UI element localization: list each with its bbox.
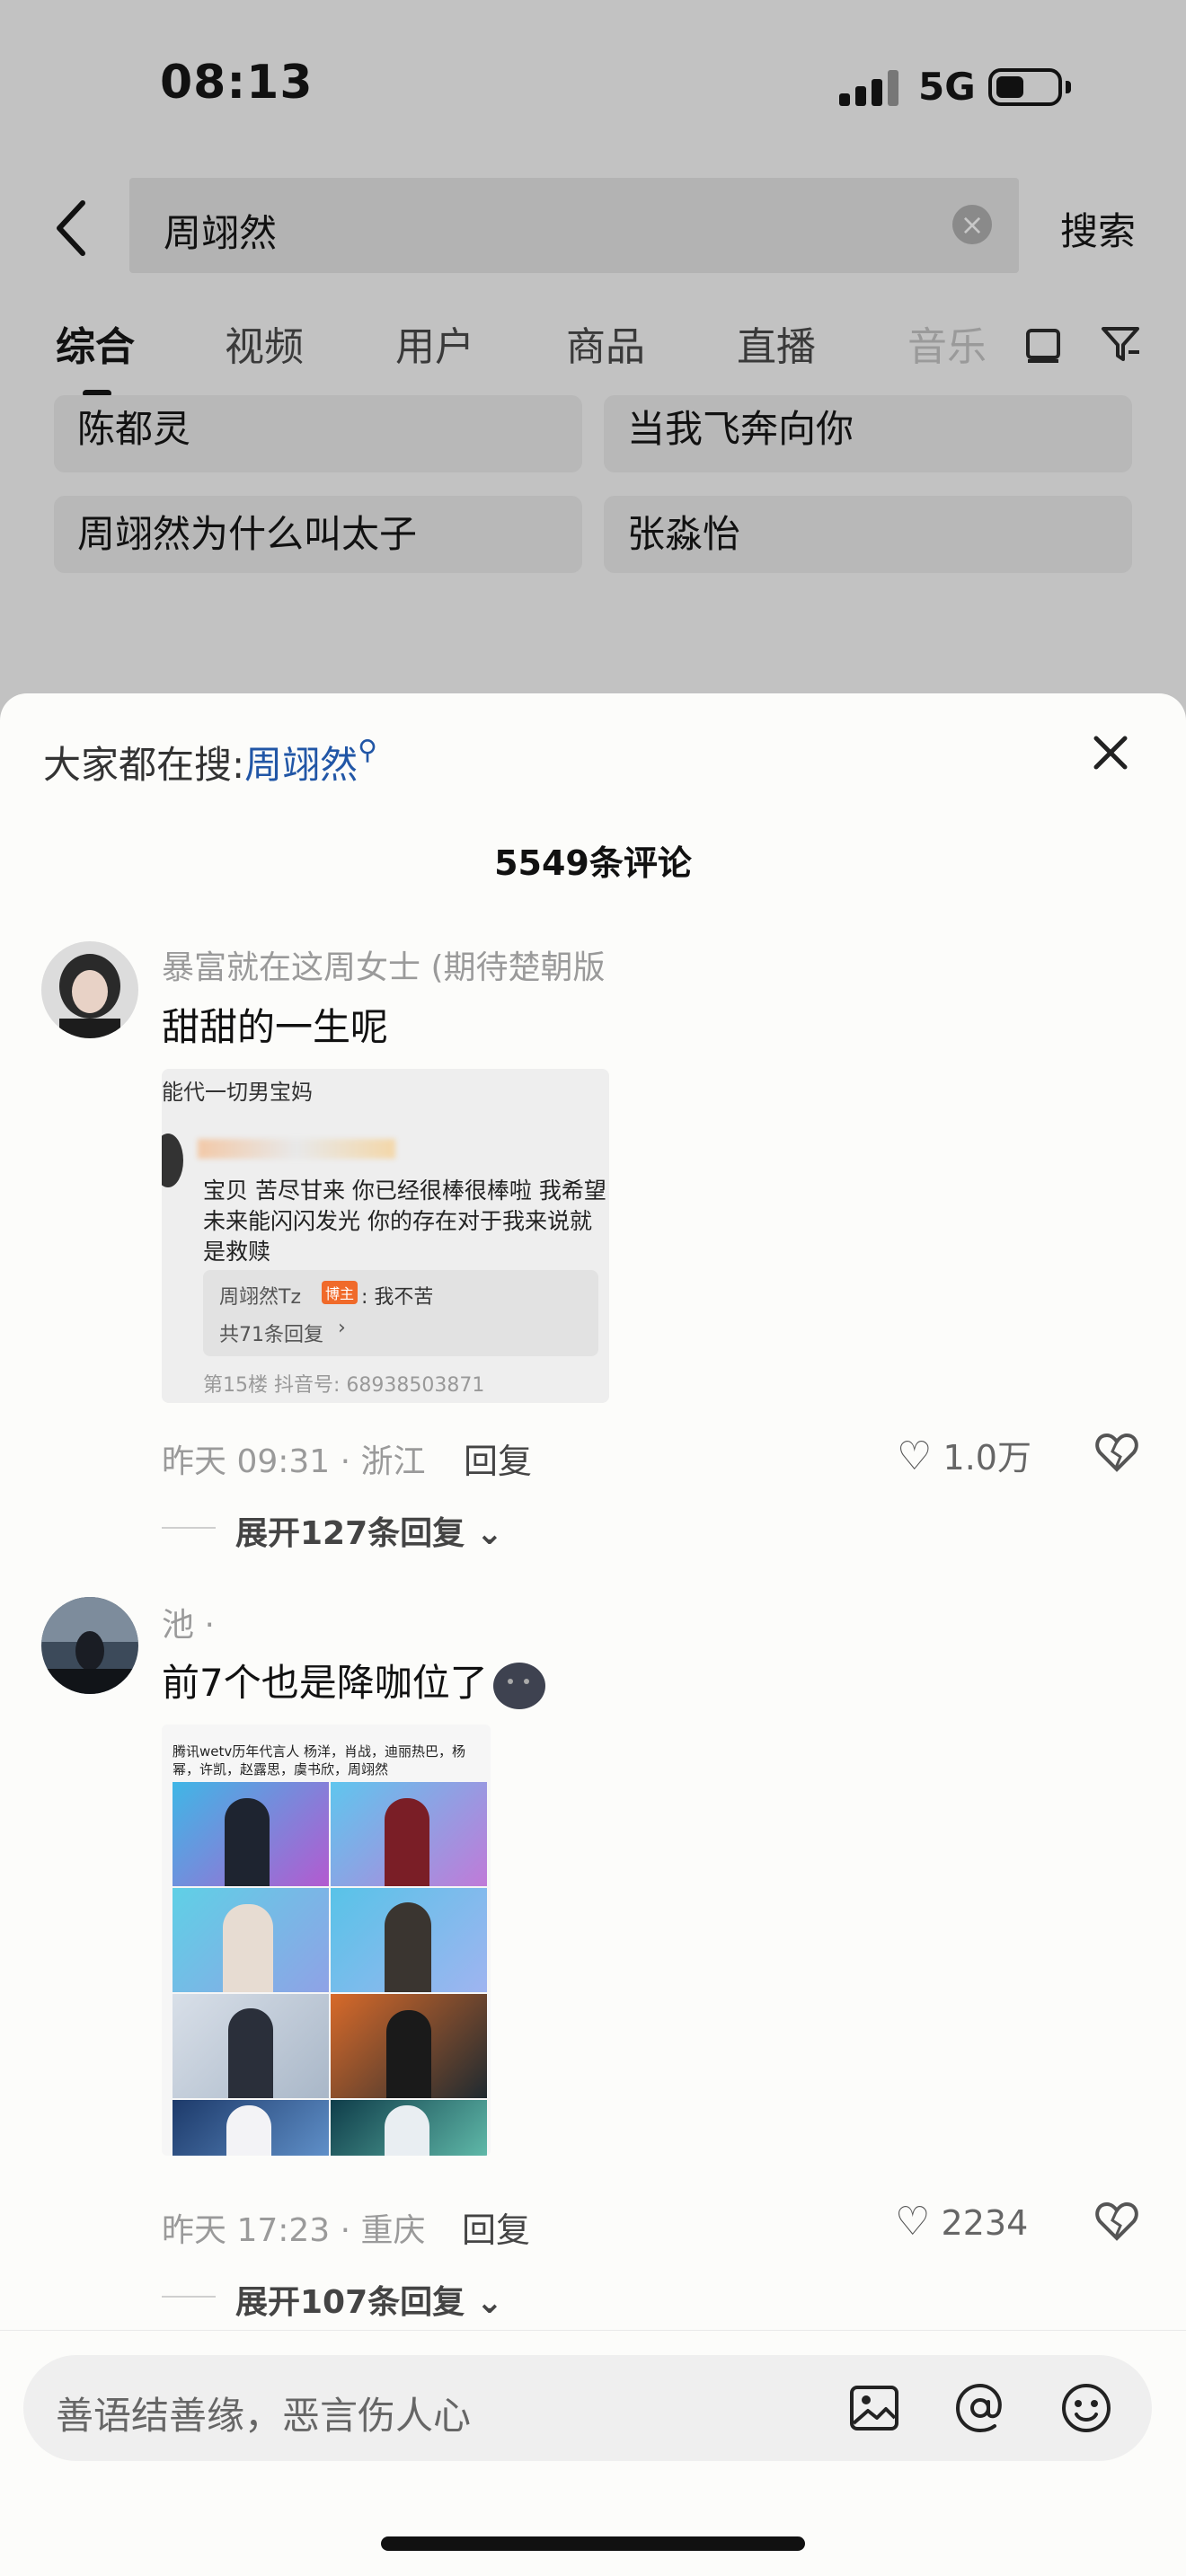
divider (162, 2296, 216, 2298)
reply-button[interactable]: 回复 (464, 1434, 532, 1483)
image-caption: 腾讯wetv历年代言人 杨洋，肖战，迪丽热巴，杨幂，许凯，赵露思，虞书欣，周翊然 (173, 1743, 466, 1778)
image-text: 是救赎 (203, 1239, 271, 1265)
heart-icon: ♡ (897, 1434, 933, 1479)
divider (162, 1527, 216, 1529)
like-button[interactable]: ♡ 1.0万 (897, 1430, 1031, 1479)
grid-photo (331, 1994, 487, 2098)
chevron-down-icon: ⌄ (475, 1515, 503, 1552)
image-footer: 第15楼 抖音号: 68938503871 (203, 1374, 485, 1397)
battery-icon (988, 68, 1071, 106)
comment-text: 甜甜的一生呢 (162, 1005, 389, 1049)
author-badge: 博主 (322, 1281, 358, 1304)
image-text: 宝贝 苦尽甘来 你已经很棒很棒啦 我希望 (203, 1178, 606, 1204)
comment-text: 前7个也是降咖位了 (162, 1653, 545, 1709)
comment-text-body: 前7个也是降咖位了 (162, 1661, 488, 1705)
suggestion-chip[interactable]: 当我飞奔向你 (604, 395, 1132, 472)
comment-time-location: 昨天 09:31 · 浙江 (162, 1443, 426, 1480)
dislike-heart-icon[interactable] (1093, 1428, 1141, 1480)
expand-replies-label: 展开127条回复 (235, 1515, 465, 1552)
grid-photo (173, 1994, 329, 2098)
grid-photo (173, 2100, 329, 2156)
image-text: 未来能闪闪发光 你的存在对于我来说就 (203, 1208, 592, 1234)
expand-replies-button[interactable]: 展开127条回复 ⌄ (235, 1507, 503, 1554)
quoted-reply: 周翊然Tz 博主 : 我不苦 共71条回复 › (203, 1270, 598, 1356)
emoji-icon[interactable] (1057, 2378, 1116, 2438)
expand-replies-button[interactable]: 展开107条回复 ⌄ (235, 2276, 503, 2323)
emoji-sticker-icon (492, 1662, 545, 1709)
heart-icon: ♡ (895, 2199, 931, 2245)
signal-icon (839, 70, 902, 106)
tab-video[interactable]: 视频 (225, 314, 304, 372)
avatar[interactable] (41, 941, 138, 1038)
network-type: 5G (918, 65, 976, 109)
comment-username[interactable]: 池 · (162, 1599, 215, 1645)
tab-products[interactable]: 商品 (566, 314, 645, 372)
search-query: 周翊然 (164, 211, 278, 255)
home-indicator (381, 2536, 805, 2551)
grid-photo (331, 1782, 487, 1886)
filter-icon[interactable] (1098, 322, 1143, 366)
grid-photo (173, 1782, 329, 1886)
quote-reply-count: 共71条回复 (219, 1324, 323, 1346)
image-text: 能代一切男宝妈 (162, 1080, 313, 1105)
grid-photo (331, 1888, 487, 1992)
dislike-heart-icon[interactable] (1093, 2197, 1141, 2249)
tab-comprehensive[interactable]: 综合 (56, 314, 135, 372)
image-picker-icon[interactable] (845, 2378, 904, 2438)
tab-users[interactable]: 用户 (395, 314, 474, 372)
status-bar: 08:13 5G (0, 0, 1186, 171)
search-tabs: 综合 视频 用户 商品 直播 音乐 (0, 314, 1186, 404)
comment-sheet: 大家都在搜:周翊然⚲ 5549条评论 暴富就在这周女士 (期待楚朝版 甜甜的一生… (0, 693, 1186, 2576)
tab-live[interactable]: 直播 (737, 314, 816, 372)
search-results-background: 08:13 5G 周翊然 × 搜索 综合 视频 用户 商品 直播 音乐 陈都灵 … (0, 0, 1186, 719)
grid-photo (331, 2100, 487, 2156)
back-arrow-icon[interactable] (47, 192, 101, 264)
hot-search-keyword[interactable]: 周翊然 (244, 743, 358, 787)
blurred-name (198, 1139, 395, 1159)
comment-count: 5549条评论 (494, 843, 692, 883)
grid-photo (173, 1888, 329, 1992)
search-icon: ⚲ (358, 735, 378, 766)
clear-icon[interactable]: × (952, 205, 992, 244)
comment-input-placeholder: 善语结善缘，恶言伤人心 (56, 2394, 472, 2438)
status-time: 08:13 (160, 56, 314, 110)
quote-text: : 我不苦 (361, 1286, 434, 1309)
comment-image[interactable]: 腾讯wetv历年代言人 杨洋，肖战，迪丽热巴，杨幂，许凯，赵露思，虞书欣，周翊然 (162, 1725, 491, 2156)
reply-button[interactable]: 回复 (462, 2202, 530, 2252)
suggestion-chip[interactable]: 陈都灵 (54, 395, 582, 472)
avatar[interactable] (41, 1597, 138, 1694)
chevron-down-icon: ⌄ (475, 2284, 503, 2321)
quote-user: 周翊然Tz (219, 1286, 301, 1309)
comment-username[interactable]: 暴富就在这周女士 (期待楚朝版 (162, 941, 606, 988)
like-count: 1.0万 (943, 1438, 1031, 1478)
search-input[interactable]: 周翊然 × (129, 178, 1019, 273)
hot-search-prefix: 大家都在搜: (43, 743, 245, 787)
search-button[interactable]: 搜索 (1060, 201, 1136, 256)
layout-toggle-icon[interactable] (1021, 322, 1066, 366)
chevron-right-icon: › (338, 1317, 346, 1339)
hot-search-banner[interactable]: 大家都在搜:周翊然⚲ (43, 735, 377, 790)
comment-input[interactable]: 善语结善缘，恶言伤人心 (23, 2355, 1152, 2461)
suggestion-chip[interactable]: 周翊然为什么叫太子 (54, 496, 582, 573)
suggestion-chip[interactable]: 张淼怡 (604, 496, 1132, 573)
comment-time-location: 昨天 17:23 · 重庆 (162, 2212, 426, 2249)
expand-replies-label: 展开107条回复 (235, 2284, 465, 2321)
tab-music[interactable]: 音乐 (907, 314, 987, 372)
like-button[interactable]: ♡ 2234 (895, 2199, 1028, 2245)
comment-image[interactable]: 能代一切男宝妈 宝贝 苦尽甘来 你已经很棒很棒啦 我希望 未来能闪闪发光 你的存… (162, 1069, 609, 1403)
like-count: 2234 (941, 2203, 1029, 2243)
close-icon[interactable] (1087, 729, 1134, 776)
mention-icon[interactable] (951, 2378, 1010, 2438)
